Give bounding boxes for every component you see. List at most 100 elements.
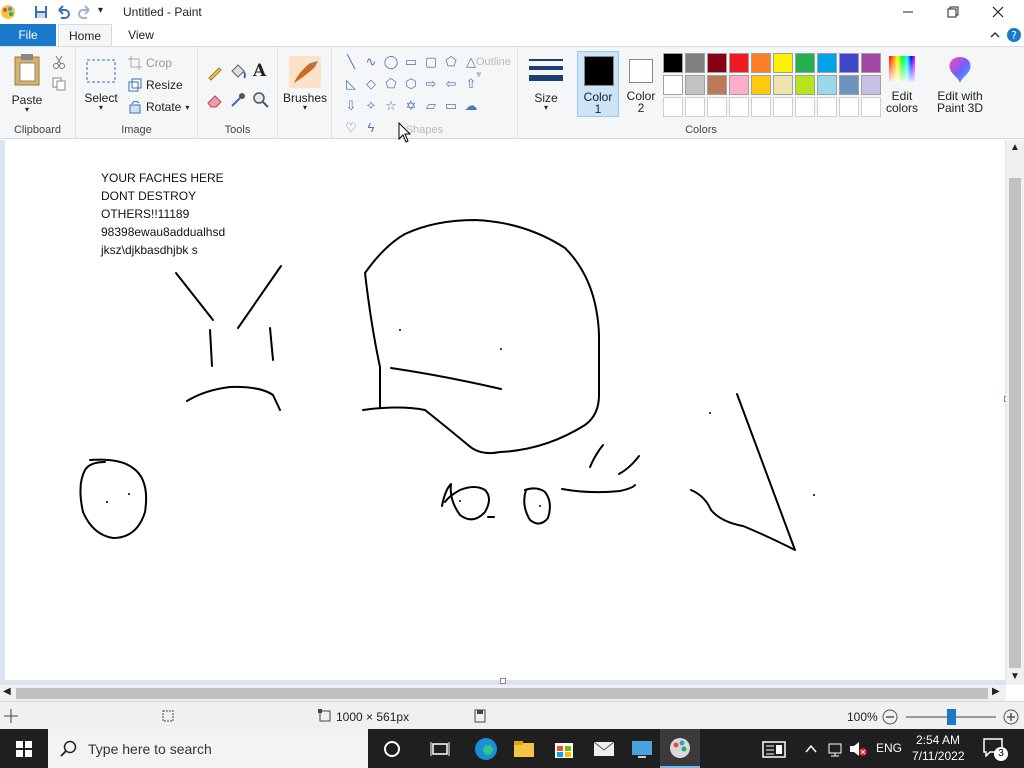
custom-color-slot[interactable]: [729, 97, 749, 117]
custom-color-slot[interactable]: [707, 97, 727, 117]
cortana-icon[interactable]: [376, 733, 408, 765]
edit-colors-button[interactable]: Edit colors: [882, 51, 922, 117]
six-point-star-shape-icon[interactable]: ✡: [402, 97, 420, 115]
brushes-group[interactable]: Brushes ▾: [278, 47, 332, 139]
palette-color-swatch[interactable]: [839, 75, 859, 95]
volume-muted-icon[interactable]: [848, 740, 868, 758]
eraser-icon[interactable]: [206, 91, 224, 109]
pencil-icon[interactable]: [206, 63, 224, 81]
custom-color-slot[interactable]: [685, 97, 705, 117]
oval-shape-icon[interactable]: ◯: [382, 53, 400, 71]
polygon-shape-icon[interactable]: ⬠: [442, 53, 460, 71]
cloud-callout-shape-icon[interactable]: ☁: [462, 97, 480, 115]
shapes-gallery[interactable]: ╲ ∿ ◯ ▭ ▢ ⬠ △ ◺ ◇ ⬠ ⬡ ⇨ ⇦ ⇧ ⇩ ✧ ☆ ✡ ▱ ▭ …: [340, 53, 490, 135]
five-point-star-shape-icon[interactable]: ☆: [382, 97, 400, 115]
tab-file[interactable]: File: [0, 24, 56, 46]
news-widget-icon[interactable]: [758, 733, 790, 765]
edge-browser-icon[interactable]: [470, 733, 502, 765]
rounded-rectangle-shape-icon[interactable]: ▢: [422, 53, 440, 71]
palette-color-swatch[interactable]: [751, 75, 771, 95]
palette-color-swatch[interactable]: [861, 53, 881, 73]
right-triangle-shape-icon[interactable]: ◺: [342, 75, 360, 93]
paint-taskbar-button[interactable]: [660, 729, 700, 768]
scroll-left-icon[interactable]: ◀: [3, 686, 11, 697]
color-picker-icon[interactable]: [229, 91, 247, 109]
rotate-button[interactable]: Rotate ▾: [128, 97, 189, 117]
cut-icon[interactable]: [52, 55, 66, 69]
palette-color-swatch[interactable]: [663, 53, 683, 73]
tab-view[interactable]: View: [116, 24, 166, 46]
windows-start-icon[interactable]: [8, 733, 40, 765]
palette-color-swatch[interactable]: [817, 75, 837, 95]
remote-desktop-icon[interactable]: [626, 733, 658, 765]
left-arrow-shape-icon[interactable]: ⇦: [442, 75, 460, 93]
collapse-ribbon-icon[interactable]: [988, 28, 1002, 42]
palette-color-swatch[interactable]: [773, 53, 793, 73]
maximize-button[interactable]: [930, 0, 976, 24]
edit-with-paint3d-button[interactable]: Edit with Paint 3D: [932, 51, 988, 117]
copy-icon[interactable]: [52, 77, 66, 91]
clock[interactable]: 2:54 AM 7/11/2022: [912, 732, 965, 764]
redo-icon[interactable]: [77, 4, 93, 20]
rectangle-shape-icon[interactable]: ▭: [402, 53, 420, 71]
network-icon[interactable]: [826, 740, 844, 758]
line-shape-icon[interactable]: ╲: [342, 53, 360, 71]
palette-color-swatch[interactable]: [817, 53, 837, 73]
curve-shape-icon[interactable]: ∿: [362, 53, 380, 71]
mail-icon[interactable]: [588, 733, 620, 765]
horizontal-scrollbar[interactable]: ◀ ▶: [0, 685, 1006, 701]
tab-home[interactable]: Home: [58, 24, 112, 47]
zoom-in-icon[interactable]: [1003, 709, 1019, 725]
task-view-icon[interactable]: [424, 733, 456, 765]
palette-color-swatch[interactable]: [729, 53, 749, 73]
drawing-canvas[interactable]: YOUR FACHES HERE DONT DESTROY OTHERS!!11…: [5, 140, 1005, 680]
palette-color-swatch[interactable]: [707, 53, 727, 73]
palette-color-swatch[interactable]: [707, 75, 727, 95]
help-icon[interactable]: ?: [1006, 27, 1022, 43]
palette-color-swatch[interactable]: [729, 75, 749, 95]
pentagon-shape-icon[interactable]: ⬠: [382, 75, 400, 93]
zoom-out-icon[interactable]: [882, 709, 898, 725]
custom-color-slot[interactable]: [817, 97, 837, 117]
outline-button[interactable]: Outline ▾: [476, 56, 517, 81]
palette-color-swatch[interactable]: [773, 75, 793, 95]
palette-color-swatch[interactable]: [663, 75, 683, 95]
zoom-slider[interactable]: [906, 709, 996, 725]
vertical-scrollbar[interactable]: ▲ ▼: [1006, 140, 1024, 685]
language-indicator[interactable]: ENG: [876, 741, 902, 755]
close-button[interactable]: [975, 0, 1021, 24]
four-point-star-shape-icon[interactable]: ✧: [362, 97, 380, 115]
quick-access-dropdown-icon[interactable]: ▾: [98, 5, 103, 16]
microsoft-store-icon[interactable]: [548, 733, 580, 765]
select-button[interactable]: Select ▾: [82, 55, 120, 113]
save-icon[interactable]: [33, 4, 49, 20]
down-arrow-shape-icon[interactable]: ⇩: [342, 97, 360, 115]
zoom-slider-thumb[interactable]: [947, 709, 956, 725]
custom-color-slot[interactable]: [839, 97, 859, 117]
resize-button[interactable]: Resize: [128, 75, 183, 95]
right-arrow-shape-icon[interactable]: ⇨: [422, 75, 440, 93]
custom-color-slot[interactable]: [795, 97, 815, 117]
diamond-shape-icon[interactable]: ◇: [362, 75, 380, 93]
paste-button[interactable]: Paste ▾: [6, 51, 48, 114]
palette-color-swatch[interactable]: [839, 53, 859, 73]
palette-color-swatch[interactable]: [685, 75, 705, 95]
custom-color-slot[interactable]: [663, 97, 683, 117]
magnifier-icon[interactable]: [252, 91, 270, 109]
scroll-right-icon[interactable]: ▶: [992, 686, 1000, 697]
vertical-scroll-thumb[interactable]: [1009, 178, 1021, 668]
hexagon-shape-icon[interactable]: ⬡: [402, 75, 420, 93]
custom-color-slot[interactable]: [751, 97, 771, 117]
fill-bucket-icon[interactable]: [229, 63, 247, 81]
custom-color-slot[interactable]: [773, 97, 793, 117]
undo-icon[interactable]: [55, 4, 71, 20]
canvas-resize-handle-bottom[interactable]: [500, 678, 506, 684]
file-explorer-icon[interactable]: [508, 733, 540, 765]
taskbar-search-box[interactable]: Type here to search: [48, 729, 368, 768]
palette-color-swatch[interactable]: [751, 53, 771, 73]
crop-button[interactable]: Crop: [128, 53, 172, 73]
text-tool-icon[interactable]: A: [253, 61, 266, 81]
horizontal-scroll-thumb[interactable]: [16, 688, 988, 699]
palette-color-swatch[interactable]: [795, 75, 815, 95]
minimize-button[interactable]: [885, 0, 931, 24]
